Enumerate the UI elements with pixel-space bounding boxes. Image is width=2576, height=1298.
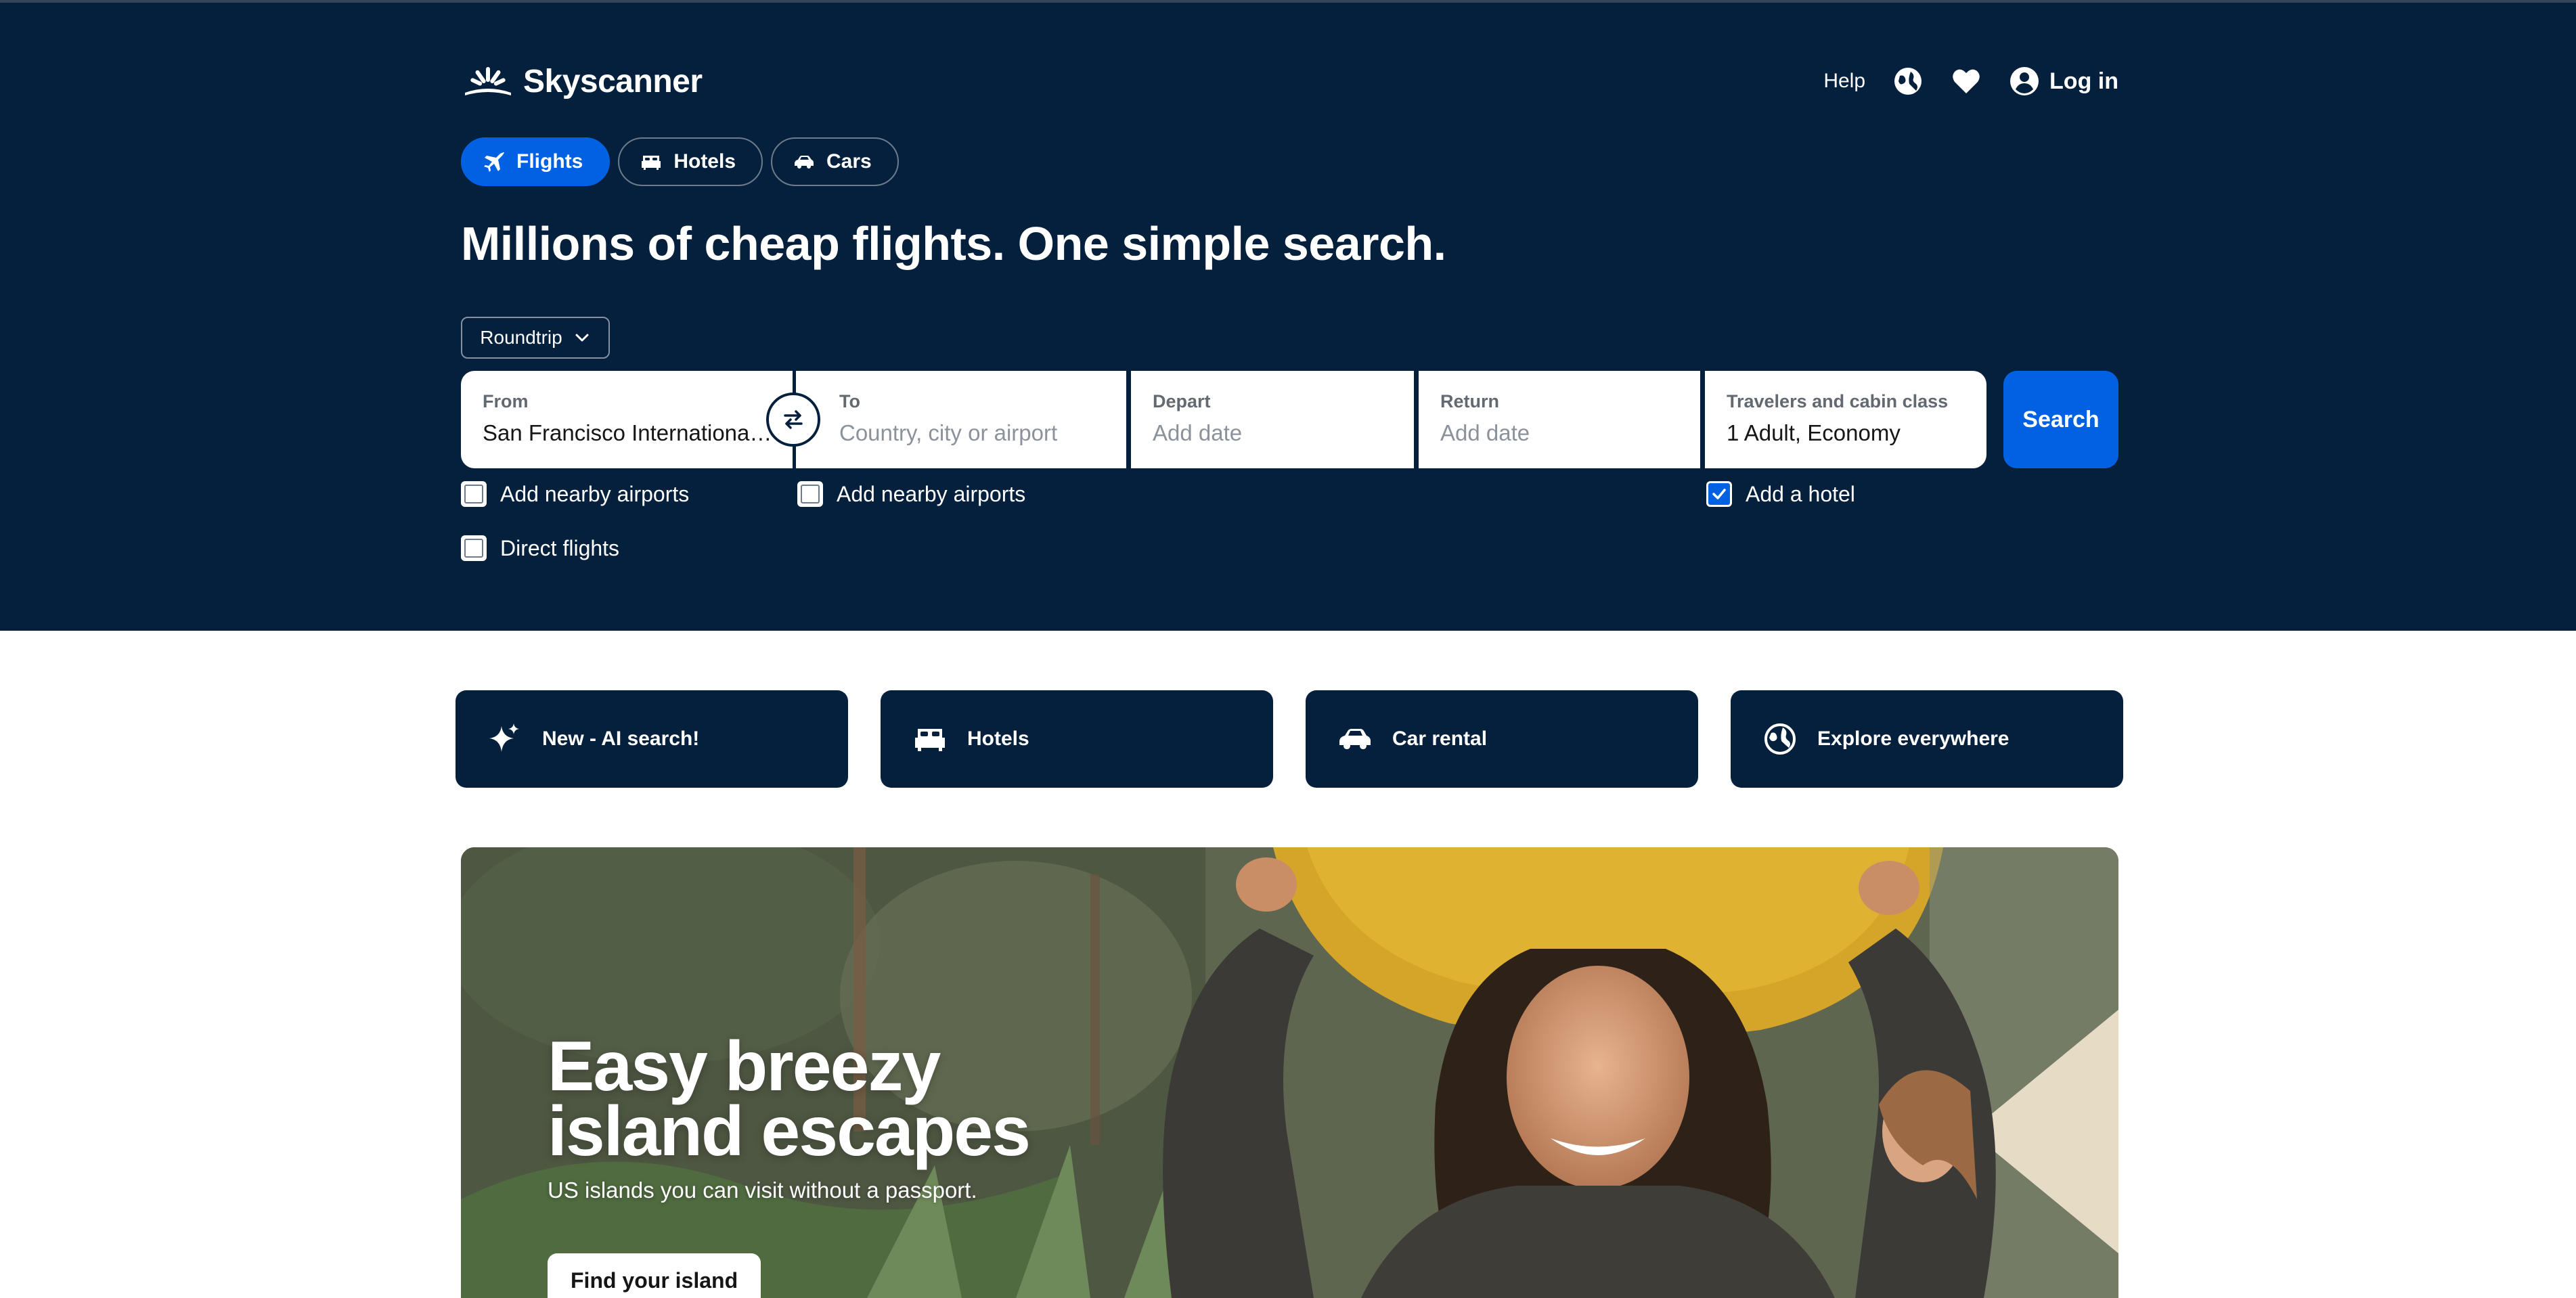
direct-flights-checkbox[interactable]: Direct flights <box>461 535 619 561</box>
find-your-island-button[interactable]: Find your island <box>548 1253 761 1298</box>
top-navigation: Skyscanner Help Log in <box>461 62 2118 100</box>
checkbox-box-checked[interactable] <box>1706 481 1732 507</box>
saved-favorites-button[interactable] <box>1951 66 1982 97</box>
add-hotel-label: Add a hotel <box>1746 481 1855 506</box>
from-label: From <box>483 391 529 411</box>
swap-origin-destination-button[interactable] <box>766 393 820 447</box>
bed-icon <box>642 156 661 170</box>
depart-date-field[interactable]: Depart Add date <box>1131 371 1414 468</box>
checkmark-icon <box>1712 489 1726 499</box>
bed-icon <box>915 729 945 751</box>
quick-link-hotels-label: Hotels <box>967 728 1029 750</box>
brand-name: Skyscanner <box>523 63 703 99</box>
trip-type-value: Roundtrip <box>480 327 562 348</box>
hero-title: Easy breezy island escapes <box>548 1027 1031 1171</box>
checkbox-box[interactable] <box>461 535 487 561</box>
tab-flights[interactable]: Flights <box>461 137 610 186</box>
quick-link-car-label: Car rental <box>1392 728 1488 750</box>
to-placeholder: Country, city or airport <box>839 420 1058 445</box>
checkbox-box[interactable] <box>461 481 487 507</box>
to-field[interactable]: To Country, city or airport <box>796 371 1126 468</box>
hero-title-line2: island escapes <box>548 1092 1031 1171</box>
tab-cars-label: Cars <box>826 150 872 173</box>
plane-icon <box>484 152 504 172</box>
depart-placeholder: Add date <box>1153 420 1243 445</box>
quick-link-ai-search[interactable]: New - AI search! <box>456 690 848 788</box>
direct-flights-label: Direct flights <box>500 535 620 560</box>
language-globe-button[interactable] <box>1892 66 1924 97</box>
quick-link-explore-everywhere[interactable]: Explore everywhere <box>1731 690 2123 788</box>
sparkle-icon <box>489 723 519 752</box>
hero-banner[interactable]: Easy breezy island escapes US islands yo… <box>461 847 2118 1298</box>
car-icon <box>795 156 814 169</box>
login-button[interactable]: Log in <box>2009 66 2118 97</box>
heart-icon <box>1953 69 1980 93</box>
add-hotel-checkbox[interactable]: Add a hotel <box>1706 481 1855 507</box>
globe-icon <box>1894 68 1922 95</box>
search-button[interactable]: Search <box>2003 371 2118 468</box>
return-label: Return <box>1440 391 1499 411</box>
hero-subtitle: US islands you can visit without a passp… <box>548 1178 977 1203</box>
to-nearby-label: Add nearby airports <box>837 481 1026 506</box>
tab-hotels[interactable]: Hotels <box>618 137 763 186</box>
to-label: To <box>839 391 860 411</box>
to-nearby-airports-checkbox[interactable]: Add nearby airports <box>797 481 1025 507</box>
globe-icon <box>1764 723 1796 755</box>
from-value: San Francisco International ... <box>483 420 772 445</box>
from-nearby-airports-checkbox[interactable]: Add nearby airports <box>461 481 689 507</box>
travelers-cabin-field[interactable]: Travelers and cabin class 1 Adult, Econo… <box>1705 371 1986 468</box>
trip-type-select[interactable]: Roundtrip <box>461 317 610 359</box>
page-headline: Millions of cheap flights. One simple se… <box>461 217 1446 270</box>
quick-link-car-rental[interactable]: Car rental <box>1306 690 1698 788</box>
product-tabs: Flights Hotels Cars <box>461 137 899 186</box>
quick-link-ai-label: New - AI search! <box>542 728 700 750</box>
return-placeholder: Add date <box>1440 420 1530 445</box>
login-label: Log in <box>2049 68 2118 94</box>
sunburst-logo-icon <box>465 67 511 95</box>
swap-arrows-icon <box>784 410 803 429</box>
quick-link-explore-label: Explore everywhere <box>1817 728 2009 750</box>
car-icon <box>1339 729 1371 749</box>
help-link[interactable]: Help <box>1823 70 1865 93</box>
travelers-label: Travelers and cabin class <box>1727 391 1949 411</box>
tab-hotels-label: Hotels <box>673 150 736 173</box>
top-right-actions: Help Log in <box>1823 66 2118 97</box>
from-field[interactable]: From San Francisco International ... <box>461 371 793 468</box>
depart-label: Depart <box>1153 391 1211 411</box>
user-account-icon <box>2010 67 2039 95</box>
quick-link-hotels[interactable]: Hotels <box>881 690 1273 788</box>
from-nearby-label: Add nearby airports <box>500 481 690 506</box>
return-date-field[interactable]: Return Add date <box>1419 371 1700 468</box>
checkbox-box[interactable] <box>797 481 823 507</box>
travelers-value: 1 Adult, Economy <box>1727 420 1901 445</box>
chevron-down-icon <box>575 334 589 342</box>
skyscanner-logo[interactable]: Skyscanner <box>461 63 703 100</box>
hero-title-line1: Easy breezy <box>548 1027 941 1106</box>
tab-flights-label: Flights <box>516 150 583 173</box>
tab-cars[interactable]: Cars <box>771 137 899 186</box>
